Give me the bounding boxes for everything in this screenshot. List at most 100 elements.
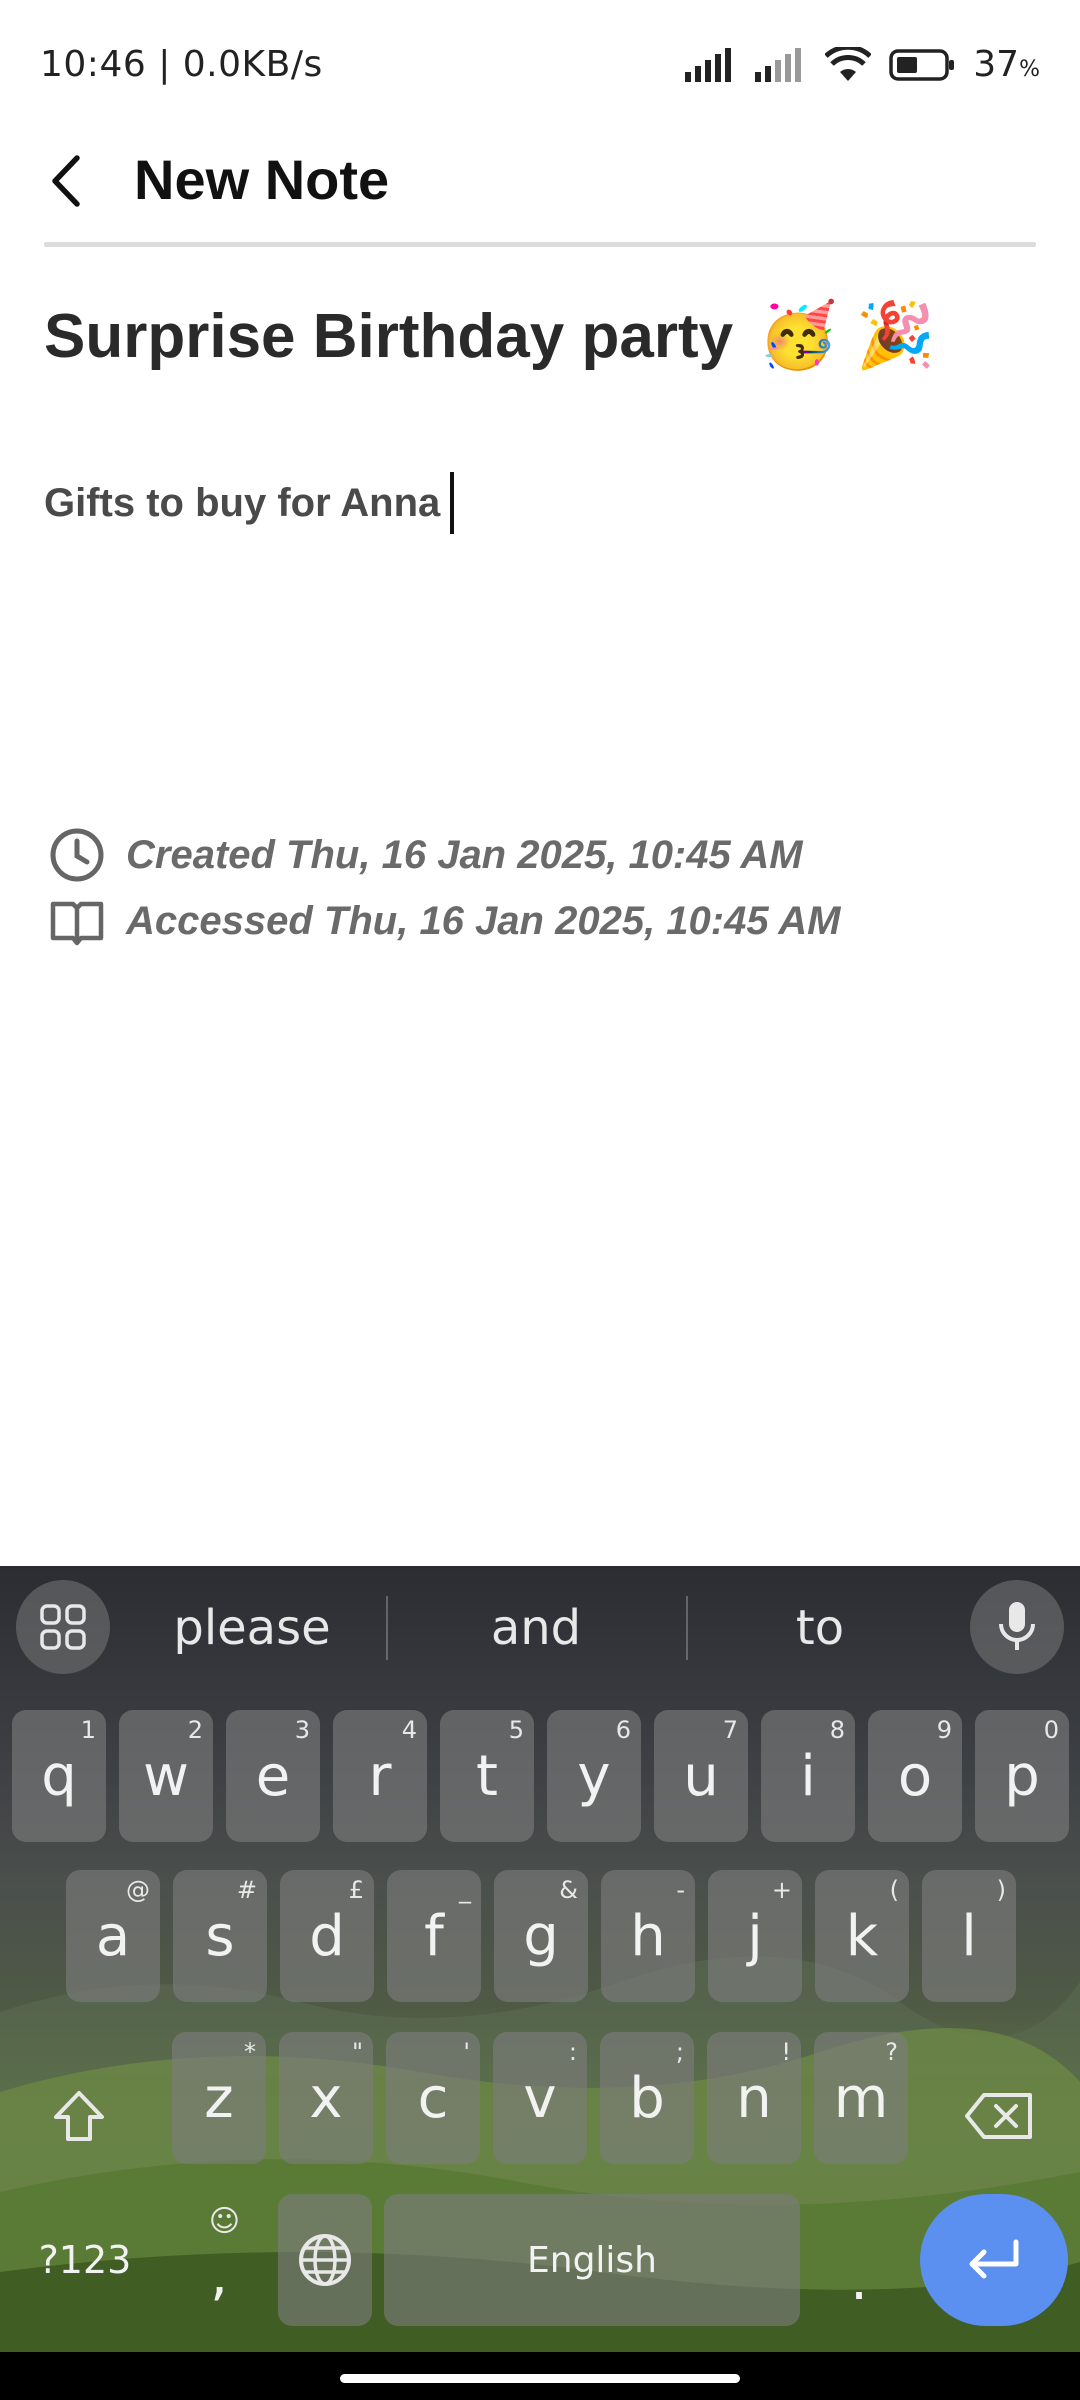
key-hint: ? bbox=[885, 2038, 898, 2066]
language-key[interactable] bbox=[278, 2194, 372, 2326]
key-n[interactable]: ! n bbox=[707, 2032, 801, 2164]
shift-key[interactable] bbox=[16, 2050, 142, 2182]
soft-keyboard: please and to 1q2w3e4r5t6y7u8i9o0p @ a # s £… bbox=[0, 1566, 1080, 2352]
header-divider bbox=[44, 242, 1036, 247]
key-label: q bbox=[41, 1743, 77, 1809]
page-title: New Note bbox=[134, 148, 390, 211]
comma-key[interactable]: ☺ , bbox=[172, 2194, 266, 2326]
period-key[interactable]: . bbox=[812, 2194, 906, 2326]
key-hint: - bbox=[676, 1876, 685, 1904]
key-j[interactable]: + j bbox=[708, 1870, 802, 2002]
key-x[interactable]: " x bbox=[279, 2032, 373, 2164]
key-label: x bbox=[309, 2065, 343, 2131]
created-info: Created Thu, 16 Jan 2025, 10:45 AM bbox=[48, 826, 948, 884]
backspace-icon bbox=[965, 2093, 1032, 2139]
key-hint: 3 bbox=[294, 1716, 310, 1744]
home-indicator[interactable] bbox=[340, 2374, 740, 2383]
key-s[interactable]: # s bbox=[173, 1870, 267, 2002]
accessed-text: Accessed Thu, 16 Jan 2025, 10:45 AM bbox=[126, 898, 841, 943]
key-o[interactable]: 9o bbox=[868, 1710, 962, 1842]
suggestion-divider bbox=[686, 1596, 688, 1660]
key-hint: ) bbox=[996, 1876, 1006, 1904]
key-v[interactable]: :v bbox=[493, 2032, 587, 2164]
key-label: m bbox=[833, 2065, 889, 2131]
book-icon bbox=[48, 892, 106, 950]
key-w[interactable]: 2w bbox=[119, 1710, 213, 1842]
key-hint: ; bbox=[675, 2038, 684, 2066]
signal-icon bbox=[755, 47, 802, 82]
key-hint: & bbox=[559, 1876, 578, 1904]
key-label: w bbox=[143, 1743, 189, 1809]
key-k[interactable]: (k bbox=[815, 1870, 909, 2002]
text-cursor bbox=[450, 472, 455, 534]
key-label: a bbox=[95, 1903, 131, 1969]
key-e[interactable]: 3e bbox=[226, 1710, 320, 1842]
key-label: t bbox=[476, 1743, 498, 1809]
key-i[interactable]: 8i bbox=[761, 1710, 855, 1842]
symbols-key[interactable]: ?123 bbox=[12, 2194, 158, 2326]
note-body-text: Gifts to buy for Anna bbox=[44, 481, 441, 525]
key-u[interactable]: 7u bbox=[654, 1710, 748, 1842]
key-label: j bbox=[747, 1903, 763, 1969]
key-label: d bbox=[309, 1903, 345, 1969]
key-r[interactable]: 4r bbox=[333, 1710, 427, 1842]
back-button[interactable] bbox=[36, 144, 96, 218]
key-label: c bbox=[417, 2065, 449, 2131]
key-label: u bbox=[683, 1743, 719, 1809]
key-label: f bbox=[424, 1903, 444, 1969]
key-a[interactable]: @ a bbox=[66, 1870, 160, 2002]
key-label: z bbox=[204, 2065, 234, 2131]
suggestion-1[interactable]: please bbox=[140, 1588, 364, 1668]
note-title-emoji: 🥳 🎉 bbox=[758, 299, 936, 371]
enter-icon bbox=[969, 2239, 1019, 2279]
microphone-icon bbox=[999, 1602, 1035, 1650]
keyboard-apps-button[interactable] bbox=[16, 1580, 110, 1674]
key-h[interactable]: -h bbox=[601, 1870, 695, 2002]
note-body-field[interactable]: Gifts to buy for Anna bbox=[44, 468, 455, 538]
key-z[interactable]: * z bbox=[172, 2032, 266, 2164]
key-label: g bbox=[523, 1903, 559, 1969]
suggestion-3[interactable]: to bbox=[710, 1588, 930, 1668]
key-g[interactable]: & g bbox=[494, 1870, 588, 2002]
key-hint: 8 bbox=[829, 1716, 845, 1744]
status-time: 10:46 | 0.0KB/s bbox=[40, 44, 323, 85]
signal-icon bbox=[685, 47, 732, 82]
grid-icon bbox=[40, 1604, 86, 1650]
key-b[interactable]: ; b bbox=[600, 2032, 694, 2164]
key-label: l bbox=[961, 1903, 977, 1969]
globe-icon bbox=[299, 2234, 351, 2286]
key-l[interactable]: ) l bbox=[922, 1870, 1016, 2002]
key-hint: _ bbox=[459, 1876, 471, 1904]
key-d[interactable]: £ d bbox=[280, 1870, 374, 2002]
note-title-text: Surprise Birthday party bbox=[44, 302, 734, 371]
key-c[interactable]: ' c bbox=[386, 2032, 480, 2164]
suggestion-bar: please and to bbox=[0, 1566, 1080, 1690]
key-hint: 9 bbox=[936, 1716, 952, 1744]
shift-icon bbox=[54, 2091, 104, 2141]
voice-input-button[interactable] bbox=[970, 1580, 1064, 1674]
suggestion-2[interactable]: and bbox=[410, 1588, 662, 1668]
key-label: h bbox=[630, 1903, 666, 1969]
created-text: Created Thu, 16 Jan 2025, 10:45 AM bbox=[126, 832, 803, 877]
chevron-left-icon bbox=[52, 155, 80, 207]
key-label: v bbox=[523, 2065, 557, 2131]
status-bar: 10:46 | 0.0KB/s 37% bbox=[0, 0, 1080, 130]
key-hint: ( bbox=[889, 1876, 899, 1904]
key-hint: 2 bbox=[187, 1716, 203, 1744]
key-label: n bbox=[736, 2065, 772, 2131]
space-key[interactable]: English bbox=[384, 2194, 800, 2326]
key-f[interactable]: _ f bbox=[387, 1870, 481, 2002]
enter-key[interactable] bbox=[920, 2194, 1068, 2326]
key-q[interactable]: 1q bbox=[12, 1710, 106, 1842]
note-title-field[interactable]: Surprise Birthday party 🥳 🎉 bbox=[44, 290, 935, 382]
key-label: y bbox=[577, 1743, 611, 1809]
key-hint: # bbox=[236, 1876, 257, 1904]
key-m[interactable]: ? m bbox=[814, 2032, 908, 2164]
backspace-key[interactable] bbox=[936, 2050, 1062, 2182]
key-t[interactable]: 5t bbox=[440, 1710, 534, 1842]
key-label: b bbox=[629, 2065, 665, 2131]
key-hint: 6 bbox=[615, 1716, 631, 1744]
key-y[interactable]: 6y bbox=[547, 1710, 641, 1842]
key-p[interactable]: 0p bbox=[975, 1710, 1069, 1842]
status-icons: 37% bbox=[685, 44, 1040, 85]
